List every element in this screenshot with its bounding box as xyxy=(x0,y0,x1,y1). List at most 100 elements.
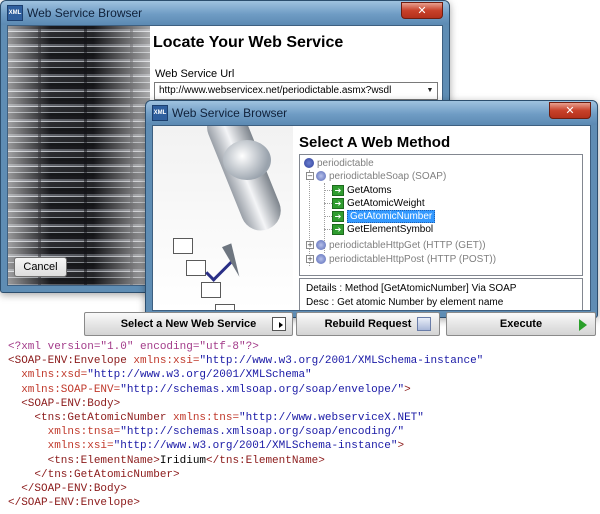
button-label: Rebuild Request xyxy=(324,318,412,330)
tree-node-label: GetAtoms xyxy=(347,185,392,196)
xml-token: "http://www.webserviceX.NET" xyxy=(239,411,424,424)
xml-token: <tns:GetAtomicNumber xyxy=(34,411,174,424)
method-arrow-icon: ➔ xyxy=(332,210,344,222)
xml-token: </SOAP-ENV:Body> xyxy=(21,482,127,495)
xml-line: </SOAP-ENV:Envelope> xyxy=(8,496,483,510)
tree-node-label: periodictableHttpGet (HTTP (GET)) xyxy=(329,240,486,251)
service-icon xyxy=(304,158,314,169)
tree-node-label: GetElementSymbol xyxy=(347,224,434,235)
tree-method-getelementsymbol[interactable]: ➔ GetElementSymbol xyxy=(332,223,433,236)
xml-token xyxy=(8,369,21,381)
binding-icon xyxy=(316,240,326,251)
xml-token: > xyxy=(397,440,405,453)
expand-icon[interactable]: + xyxy=(306,241,314,250)
cancel-button[interactable]: Cancel xyxy=(14,257,67,277)
tree-node-label: periodictableSoap (SOAP) xyxy=(329,171,447,182)
play-icon xyxy=(579,319,587,331)
pen-checklist-image xyxy=(153,126,293,310)
xml-token xyxy=(8,426,48,438)
xml-line: <tns:GetAtomicNumber xmlns:tns="http://w… xyxy=(8,411,483,425)
web-service-url-input[interactable]: http://www.webservicex.net/periodictable… xyxy=(154,82,438,100)
xml-token: </tns:GetAtomicNumber> xyxy=(34,468,180,481)
method-arrow-icon: ➔ xyxy=(332,223,344,235)
xml-line: </tns:GetAtomicNumber> xyxy=(8,468,483,482)
xml-token: xmlns:tns= xyxy=(173,411,240,424)
xml-token: xmlns:xsi= xyxy=(47,440,114,453)
xml-token: <SOAP-ENV:Body> xyxy=(21,397,121,410)
xml-line: xmlns:xsd="http://www.w3.org/2001/XMLSch… xyxy=(8,368,483,382)
xml-app-icon: XML xyxy=(152,105,168,121)
xml-token: xmlns:SOAP-ENV= xyxy=(21,383,121,396)
tree-node-httpget[interactable]: + periodictableHttpGet (HTTP (GET)) xyxy=(306,239,486,252)
button-label: Select a New Web Service xyxy=(120,318,257,330)
details-line: Details : Method [GetAtomicNumber] Via S… xyxy=(306,283,517,294)
window-titlebar[interactable]: XML Web Service Browser ✕ xyxy=(1,1,449,25)
xml-token: <?xml version="1.0" encoding="utf-8"?> xyxy=(8,341,259,353)
close-icon[interactable]: ✕ xyxy=(401,2,443,19)
xml-token xyxy=(8,412,34,424)
binding-icon xyxy=(316,254,326,265)
xml-token: Iridium xyxy=(159,454,207,467)
xml-line: <SOAP-ENV:Body> xyxy=(8,397,483,411)
button-label: Execute xyxy=(499,318,543,330)
soap-request-xml: <?xml version="1.0" encoding="utf-8"?> <S… xyxy=(8,340,483,510)
xml-token xyxy=(8,483,21,495)
page-title: Locate Your Web Service xyxy=(153,34,344,51)
xml-token: xmlns:xsi= xyxy=(133,355,200,368)
xml-token: "http://schemas.xmlsoap.org/soap/envelop… xyxy=(120,383,405,396)
tree-node-label: GetAtomicWeight xyxy=(347,198,425,209)
binding-icon xyxy=(316,171,326,182)
xml-line: <tns:ElementName>Iridium</tns:ElementNam… xyxy=(8,454,483,468)
xml-line: <SOAP-ENV:Envelope xmlns:xsi="http://www… xyxy=(8,354,483,368)
xml-token: "http://www.w3.org/2001/XMLSchema-instan… xyxy=(199,355,484,368)
web-method-tree[interactable]: periodictable − periodictableSoap (SOAP) … xyxy=(299,154,583,276)
close-icon[interactable]: ✕ xyxy=(549,102,591,119)
xml-token xyxy=(8,384,21,396)
rebuild-icon xyxy=(417,317,431,331)
tree-node-label-selected: GetAtomicNumber xyxy=(347,210,436,223)
xml-token: xmlns:tnsa= xyxy=(47,426,121,439)
xml-token: > xyxy=(404,383,411,396)
xml-token: "http://www.w3.org/2001/XMLSchema" xyxy=(87,369,312,382)
xml-app-icon: XML xyxy=(7,5,23,21)
method-arrow-icon: ➔ xyxy=(332,184,344,196)
xml-token: xmlns:xsd= xyxy=(21,369,88,382)
server-rack-image xyxy=(8,26,150,285)
window-title: Web Service Browser xyxy=(27,6,143,20)
xml-token xyxy=(8,398,21,410)
rebuild-request-button[interactable]: Rebuild Request xyxy=(296,312,440,336)
select-method-window: XML Web Service Browser ✕ Select A Web M… xyxy=(145,100,598,318)
select-cursor-icon xyxy=(272,317,286,331)
method-arrow-icon: ➔ xyxy=(332,197,344,209)
page-title: Select A Web Method xyxy=(299,134,451,151)
xml-token: <tns:ElementName> xyxy=(47,454,160,467)
xml-line: <?xml version="1.0" encoding="utf-8"?> xyxy=(8,340,483,354)
select-new-service-button[interactable]: Select a New Web Service xyxy=(84,312,293,336)
xml-token xyxy=(8,440,48,452)
tree-node-root[interactable]: periodictable xyxy=(304,157,374,170)
chevron-down-icon[interactable]: ▼ xyxy=(423,83,437,99)
tree-method-getatomicnumber[interactable]: ➔ GetAtomicNumber xyxy=(332,210,436,223)
window-titlebar[interactable]: XML Web Service Browser ✕ xyxy=(146,101,597,125)
xml-token: </SOAP-ENV:Envelope> xyxy=(8,497,141,510)
xml-token: <SOAP-ENV:Envelope xyxy=(8,355,134,368)
xml-line: xmlns:xsi="http://www.w3.org/2001/XMLSch… xyxy=(8,439,483,453)
xml-token: "http://www.w3.org/2001/XMLSchema-instan… xyxy=(113,440,398,453)
xml-token: </tns:ElementName> xyxy=(206,454,325,467)
execute-button[interactable]: Execute xyxy=(446,312,596,336)
collapse-icon[interactable]: − xyxy=(306,172,314,181)
description-line: Desc : Get atomic Number by element name xyxy=(306,297,504,308)
method-details-panel: Details : Method [GetAtomicNumber] Via S… xyxy=(299,278,583,310)
tree-method-getatomicweight[interactable]: ➔ GetAtomicWeight xyxy=(332,197,425,210)
expand-icon[interactable]: + xyxy=(306,255,314,264)
xml-token xyxy=(8,469,34,481)
xml-token: "http://schemas.xmlsoap.org/soap/encodin… xyxy=(120,426,405,439)
tree-node-soap[interactable]: − periodictableSoap (SOAP) xyxy=(306,170,446,183)
tree-node-label: periodictable xyxy=(317,158,374,169)
xml-token xyxy=(8,455,48,467)
tree-node-httppost[interactable]: + periodictableHttpPost (HTTP (POST)) xyxy=(306,253,496,266)
xml-line: </SOAP-ENV:Body> xyxy=(8,482,483,496)
tree-method-getatoms[interactable]: ➔ GetAtoms xyxy=(332,184,391,197)
xml-line: xmlns:tnsa="http://schemas.xmlsoap.org/s… xyxy=(8,425,483,439)
url-label: Web Service Url xyxy=(155,68,235,80)
